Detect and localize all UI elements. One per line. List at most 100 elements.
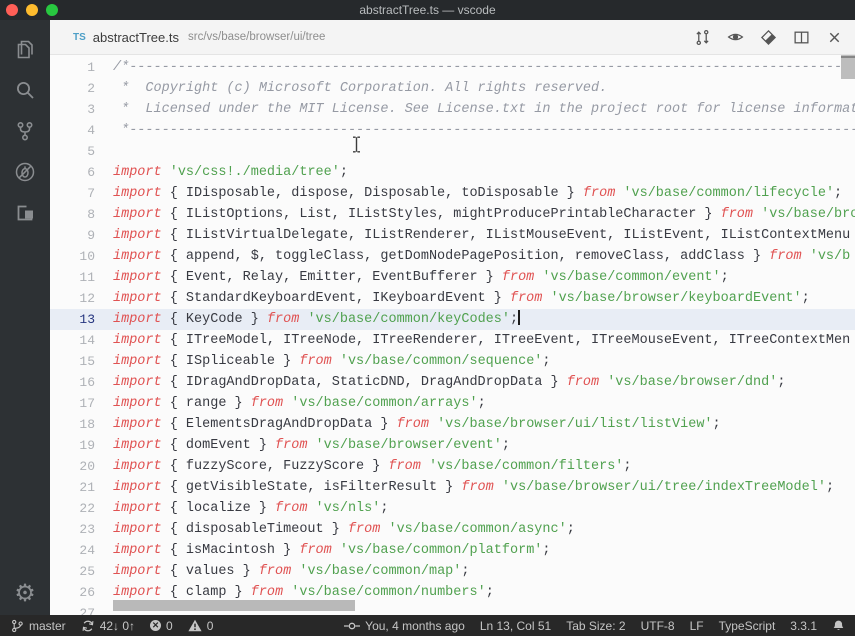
vscode-window: abstractTree.ts — vscode ⚙ TS abstractTr…: [0, 0, 855, 636]
status-item-commit[interactable]: You, 4 months ago: [344, 619, 465, 633]
line-number[interactable]: 15: [50, 351, 95, 372]
line-number[interactable]: 7: [50, 183, 95, 204]
line-number[interactable]: 10: [50, 246, 95, 267]
line-number[interactable]: 27: [50, 603, 95, 615]
status-item-warning[interactable]: 0: [188, 619, 214, 633]
line-number[interactable]: 3: [50, 99, 95, 120]
horizontal-scrollbar[interactable]: [113, 600, 355, 611]
split-editor-icon[interactable]: [793, 29, 810, 46]
status-item-sync[interactable]: 42↓ 0↑: [81, 619, 135, 633]
status-item[interactable]: 3.3.1: [790, 619, 817, 633]
line-number[interactable]: 14: [50, 330, 95, 351]
line-number[interactable]: 2: [50, 78, 95, 99]
code-line[interactable]: 21import { getVisibleState, isFilterResu…: [50, 477, 855, 498]
code-line[interactable]: 5: [50, 141, 855, 162]
code-line[interactable]: 16import { IDragAndDropData, StaticDND, …: [50, 372, 855, 393]
line-number[interactable]: 4: [50, 120, 95, 141]
code-line[interactable]: 17import { range } from 'vs/base/common/…: [50, 393, 855, 414]
code-line[interactable]: 3 * Licensed under the MIT License. See …: [50, 99, 855, 120]
toggle-blame-icon[interactable]: [727, 29, 744, 46]
line-number[interactable]: 17: [50, 393, 95, 414]
status-item[interactable]: TypeScript: [719, 619, 776, 633]
breadcrumb-path: src/vs/base/browser/ui/tree: [188, 31, 325, 43]
code-line[interactable]: 10import { append, $, toggleClass, getDo…: [50, 246, 855, 267]
code-line[interactable]: 24import { isMacintosh } from 'vs/base/c…: [50, 540, 855, 561]
status-item[interactable]: Tab Size: 2: [566, 619, 625, 633]
code-text: import { ElementsDragAndDropData } from …: [95, 417, 721, 432]
status-label: 42↓ 0↑: [100, 619, 135, 633]
code-line[interactable]: 8import { IListOptions, List, IListStyle…: [50, 204, 855, 225]
line-number[interactable]: 9: [50, 225, 95, 246]
line-number[interactable]: 21: [50, 477, 95, 498]
tab-filename[interactable]: abstractTree.ts: [93, 30, 179, 45]
search-icon[interactable]: [12, 77, 38, 103]
code-line[interactable]: 25import { values } from 'vs/base/common…: [50, 561, 855, 582]
status-label: 3.3.1: [790, 619, 817, 633]
code-line[interactable]: 4 *-------------------------------------…: [50, 120, 855, 141]
line-number[interactable]: 20: [50, 456, 95, 477]
gear-icon[interactable]: ⚙: [12, 581, 38, 607]
line-number[interactable]: 8: [50, 204, 95, 225]
line-number[interactable]: 13: [50, 309, 95, 330]
status-item[interactable]: UTF-8: [641, 619, 675, 633]
code-text: import { domEvent } from 'vs/base/browse…: [95, 438, 510, 453]
window-title: abstractTree.ts — vscode: [359, 3, 495, 17]
code-line[interactable]: 14import { ITreeModel, ITreeNode, ITreeR…: [50, 330, 855, 351]
debug-icon[interactable]: [12, 159, 38, 185]
line-number[interactable]: 25: [50, 561, 95, 582]
code-line[interactable]: 19import { domEvent } from 'vs/base/brow…: [50, 435, 855, 456]
title-bar: abstractTree.ts — vscode: [0, 0, 855, 20]
code-text: import { localize } from 'vs/nls';: [95, 501, 388, 516]
code-text: import { IDisposable, dispose, Disposabl…: [95, 186, 842, 201]
line-number[interactable]: 19: [50, 435, 95, 456]
code-text: import { ISpliceable } from 'vs/base/com…: [95, 354, 551, 369]
code-line[interactable]: 7import { IDisposable, dispose, Disposab…: [50, 183, 855, 204]
code-text: import 'vs/css!./media/tree';: [95, 165, 348, 180]
code-line[interactable]: 9import { IListVirtualDelegate, IListRen…: [50, 225, 855, 246]
status-item[interactable]: Ln 13, Col 51: [480, 619, 551, 633]
line-number[interactable]: 23: [50, 519, 95, 540]
explorer-icon[interactable]: [12, 36, 38, 62]
line-number[interactable]: 1: [50, 57, 95, 78]
line-number[interactable]: 22: [50, 498, 95, 519]
line-number[interactable]: 24: [50, 540, 95, 561]
line-number[interactable]: 26: [50, 582, 95, 603]
status-item-bell[interactable]: [832, 619, 845, 633]
code-line[interactable]: 13import { KeyCode } from 'vs/base/commo…: [50, 309, 855, 330]
line-number[interactable]: 16: [50, 372, 95, 393]
code-text: import { StandardKeyboardEvent, IKeyboar…: [95, 291, 810, 306]
source-control-icon[interactable]: [12, 118, 38, 144]
code-line[interactable]: 20import { fuzzyScore, FuzzyScore } from…: [50, 456, 855, 477]
status-item-error[interactable]: ✕0: [150, 619, 173, 633]
status-label: You, 4 months ago: [365, 619, 465, 633]
line-number[interactable]: 11: [50, 267, 95, 288]
line-number[interactable]: 5: [50, 141, 95, 162]
code-line[interactable]: 18import { ElementsDragAndDropData } fro…: [50, 414, 855, 435]
status-bar: master 42↓ 0↑ ✕0 0 You, 4 months ago Ln 13, …: [0, 615, 855, 636]
line-number[interactable]: 12: [50, 288, 95, 309]
code-line[interactable]: 23import { disposableTimeout } from 'vs/…: [50, 519, 855, 540]
code-line[interactable]: 12import { StandardKeyboardEvent, IKeybo…: [50, 288, 855, 309]
code-line[interactable]: 22import { localize } from 'vs/nls';: [50, 498, 855, 519]
zoom-window-button[interactable]: [46, 4, 58, 16]
vertical-scrollbar[interactable]: [841, 55, 855, 79]
code-line[interactable]: 6import 'vs/css!./media/tree';: [50, 162, 855, 183]
line-number[interactable]: 6: [50, 162, 95, 183]
code-line[interactable]: 15import { ISpliceable } from 'vs/base/c…: [50, 351, 855, 372]
extensions-icon[interactable]: [12, 200, 38, 226]
line-number[interactable]: 18: [50, 414, 95, 435]
close-window-button[interactable]: [6, 4, 18, 16]
code-editor[interactable]: 1/*-------------------------------------…: [50, 55, 855, 615]
status-label: Ln 13, Col 51: [480, 619, 551, 633]
close-icon[interactable]: [826, 29, 843, 46]
minimize-window-button[interactable]: [26, 4, 38, 16]
code-line[interactable]: 11import { Event, Relay, Emitter, EventB…: [50, 267, 855, 288]
code-line[interactable]: 2 * Copyright (c) Microsoft Corporation.…: [50, 78, 855, 99]
gitlens-compare-icon[interactable]: [760, 29, 777, 46]
status-item[interactable]: LF: [690, 619, 704, 633]
code-line[interactable]: 1/*-------------------------------------…: [50, 57, 855, 78]
open-changes-icon[interactable]: [694, 29, 711, 46]
status-label: UTF-8: [641, 619, 675, 633]
status-item-git-branch[interactable]: master: [10, 619, 66, 633]
activity-bar: ⚙: [0, 20, 50, 615]
